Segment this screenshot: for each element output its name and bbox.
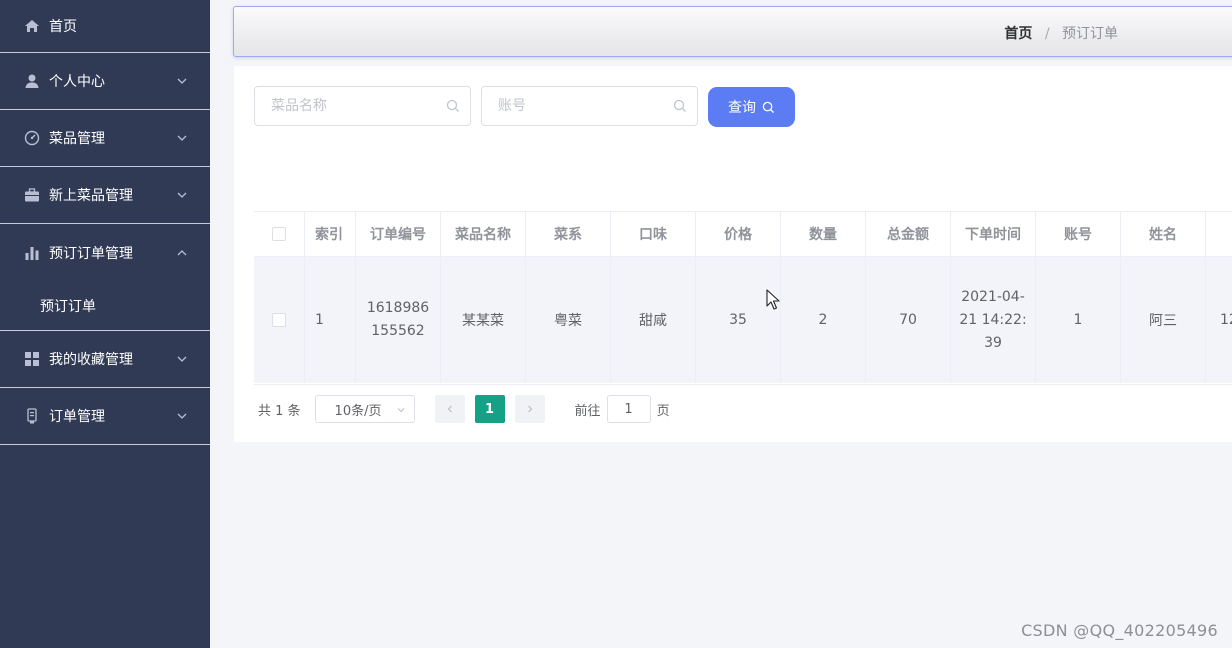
header-overflow bbox=[1206, 212, 1232, 256]
select-all-cell bbox=[254, 212, 305, 256]
chevron-down-icon bbox=[177, 135, 187, 141]
mouse-cursor-icon bbox=[766, 289, 780, 310]
cell-account: 1 bbox=[1036, 257, 1121, 383]
breadcrumb-separator: / bbox=[1044, 26, 1050, 42]
query-button[interactable]: 查询 bbox=[708, 87, 795, 127]
chevron-up-icon bbox=[177, 249, 187, 255]
sidebar-item-label: 我的收藏管理 bbox=[49, 352, 133, 368]
grid-icon bbox=[24, 351, 40, 367]
sidebar-subitem-reservation-orders[interactable]: 预订订单 bbox=[0, 281, 210, 331]
chevron-down-icon bbox=[177, 192, 187, 198]
sidebar-item-label: 菜品管理 bbox=[49, 131, 105, 147]
breadcrumb-current: 预订订单 bbox=[1062, 26, 1118, 42]
orders-table: 索引 订单编号 菜品名称 菜系 口味 价格 数量 总金额 下单时间 账号 姓名 … bbox=[254, 211, 1232, 385]
table-row[interactable]: 1 1618986155562 某某菜 粤菜 甜咸 35 2 70 2021-0… bbox=[254, 257, 1232, 383]
sidebar-item-label: 预订订单 bbox=[40, 298, 96, 315]
cell-cuisine: 粤菜 bbox=[526, 257, 611, 383]
chevron-right-icon bbox=[527, 405, 532, 413]
briefcase-icon bbox=[24, 187, 40, 203]
account-input[interactable] bbox=[496, 87, 670, 125]
sidebar-item-label: 预订订单管理 bbox=[49, 245, 133, 262]
header-name[interactable]: 姓名 bbox=[1121, 212, 1206, 256]
prev-page-button[interactable] bbox=[434, 395, 465, 423]
main-panel: 查询 索引 订单编号 菜品名称 菜系 口味 价格 数量 总金额 下单时间 账号 … bbox=[234, 66, 1232, 442]
page-number-current[interactable]: 1 bbox=[474, 395, 505, 423]
select-all-checkbox[interactable] bbox=[272, 227, 286, 241]
sidebar-item-favorites-management[interactable]: 我的收藏管理 bbox=[0, 331, 210, 388]
sidebar-item-label: 新上菜品管理 bbox=[49, 188, 133, 204]
query-button-label: 查询 bbox=[728, 99, 756, 115]
header-quantity[interactable]: 数量 bbox=[781, 212, 866, 256]
header-order-time[interactable]: 下单时间 bbox=[951, 212, 1036, 256]
header-bar: 首页 / 预订订单 bbox=[233, 6, 1232, 57]
page-size-value: 10条/页 bbox=[334, 403, 382, 419]
watermark: CSDN @QQ_402205496 bbox=[1021, 621, 1218, 640]
home-icon bbox=[24, 18, 40, 34]
bar-chart-icon bbox=[24, 245, 40, 261]
cell-order-time: 2021-04-21 14:22:39 bbox=[951, 257, 1036, 383]
chevron-down-icon bbox=[177, 78, 187, 84]
chevron-down-icon bbox=[177, 413, 187, 419]
goto-suffix: 页 bbox=[656, 403, 670, 419]
header-order-no[interactable]: 订单编号 bbox=[356, 212, 441, 256]
sidebar-item-order-management[interactable]: 订单管理 bbox=[0, 388, 210, 445]
breadcrumb: 首页 / 预订订单 bbox=[1004, 23, 1118, 43]
sidebar-item-label: 订单管理 bbox=[49, 409, 105, 425]
dish-icon bbox=[24, 130, 40, 146]
page-size-select[interactable]: 10条/页 bbox=[314, 395, 415, 423]
header-dish-name[interactable]: 菜品名称 bbox=[441, 212, 526, 256]
search-icon bbox=[762, 101, 775, 113]
table-header: 索引 订单编号 菜品名称 菜系 口味 价格 数量 总金额 下单时间 账号 姓名 bbox=[254, 212, 1232, 257]
next-page-button[interactable] bbox=[514, 395, 545, 423]
pagination-total: 共 1 条 bbox=[258, 403, 301, 419]
account-search-field bbox=[481, 86, 698, 126]
pagination: 共 1 条 10条/页 1 前往 1 页 bbox=[258, 395, 670, 423]
sidebar-item-personal-center[interactable]: 个人中心 bbox=[0, 53, 210, 110]
cell-dish-name: 某某菜 bbox=[441, 257, 526, 383]
user-icon bbox=[24, 73, 40, 89]
sidebar: 首页 个人中心 菜品管理 新上菜品管理 预订订单管理 预订订单 我的收藏管理 订… bbox=[0, 0, 210, 648]
sidebar-item-label: 首页 bbox=[49, 19, 77, 35]
chevron-down-icon bbox=[397, 408, 404, 413]
search-icon bbox=[673, 99, 686, 112]
header-price[interactable]: 价格 bbox=[696, 212, 781, 256]
order-icon bbox=[24, 408, 40, 424]
sidebar-item-reservation-management[interactable]: 预订订单管理 bbox=[0, 224, 210, 281]
goto-prefix: 前往 bbox=[574, 403, 601, 419]
cell-order-no: 1618986155562 bbox=[356, 257, 441, 383]
cell-index: 1 bbox=[305, 257, 356, 383]
cell-overflow: 12 bbox=[1206, 257, 1232, 383]
dish-name-search-field bbox=[254, 86, 471, 126]
chevron-down-icon bbox=[177, 356, 187, 362]
goto-page-input[interactable]: 1 bbox=[606, 395, 651, 423]
header-account[interactable]: 账号 bbox=[1036, 212, 1121, 256]
chevron-left-icon bbox=[447, 405, 452, 413]
header-flavor[interactable]: 口味 bbox=[611, 212, 696, 256]
cell-total: 70 bbox=[866, 257, 951, 383]
header-total[interactable]: 总金额 bbox=[866, 212, 951, 256]
sidebar-item-dish-management[interactable]: 菜品管理 bbox=[0, 110, 210, 167]
cell-flavor: 甜咸 bbox=[611, 257, 696, 383]
sidebar-item-home[interactable]: 首页 bbox=[0, 0, 210, 53]
row-select-cell bbox=[254, 257, 305, 383]
search-icon bbox=[446, 99, 459, 112]
sidebar-item-label: 个人中心 bbox=[49, 74, 105, 90]
row-checkbox[interactable] bbox=[272, 313, 286, 327]
cell-name: 阿三 bbox=[1121, 257, 1206, 383]
header-cuisine[interactable]: 菜系 bbox=[526, 212, 611, 256]
sidebar-item-new-dish-management[interactable]: 新上菜品管理 bbox=[0, 167, 210, 224]
breadcrumb-home[interactable]: 首页 bbox=[1004, 26, 1032, 42]
cell-quantity: 2 bbox=[781, 257, 866, 383]
header-index[interactable]: 索引 bbox=[305, 212, 356, 256]
cell-price: 35 bbox=[696, 257, 781, 383]
dish-name-input[interactable] bbox=[269, 87, 443, 125]
